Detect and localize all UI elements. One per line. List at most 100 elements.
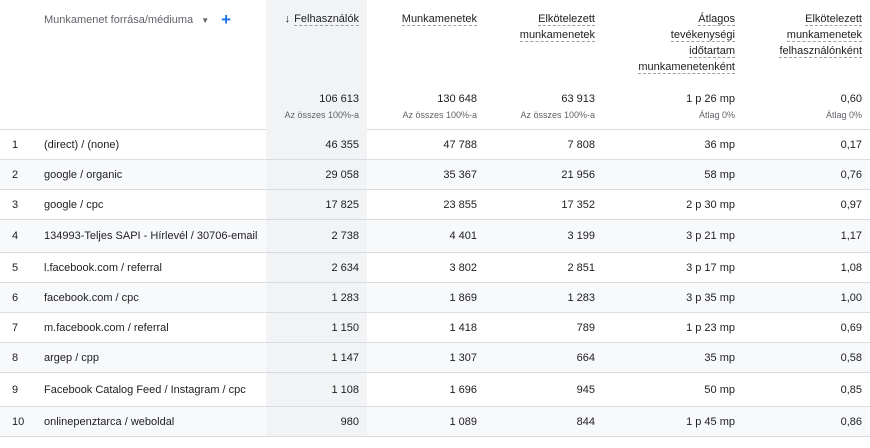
row-metric-value: 1,00 [840,291,862,304]
metric-header-text: időtartam [689,45,735,58]
metric-total: 130 648 [437,93,477,105]
dimension-header[interactable]: Munkamenet forrása/médiuma ▼ + [44,11,231,28]
row-index: 2 [12,168,19,181]
metric-header-title-line: munkamenetek [519,27,595,43]
row-dimension-value: argep / cpp [44,351,100,364]
metric-header-title-line: tevékenységi [638,27,735,43]
metric-total: 63 913 [561,93,595,105]
row-index: 4 [12,230,19,242]
table-row[interactable]: 9 Facebook Catalog Feed / Instagram / cpc… [0,373,870,407]
row-metric-value: 0,17 [840,138,862,151]
row-metric-value: 0,86 [840,415,862,428]
row-metric-value: 7 808 [567,138,595,151]
table-row[interactable]: 1 (direct) / (none) 46 355 47 788 7 808 36 mp… [0,130,870,160]
row-metric-value: 1,17 [840,230,862,242]
plus-icon[interactable]: + [221,11,231,28]
row-metric-value: 50 mp [704,383,735,396]
metric-header-text: Elkötelezett [805,13,862,26]
row-metric-value: 945 [576,383,595,396]
metric-header-title-line: munkamenetenként [638,59,735,75]
row-metric-value: 664 [576,351,595,364]
row-metric-value: 17 352 [561,198,595,211]
row-metric-value: 29 058 [325,168,359,181]
metric-header-title[interactable]: Elkötelezett munkamenetek felhasználónként [779,11,862,59]
table-row[interactable]: 2 google / organic 29 058 35 367 21 956 58 mp… [0,160,870,190]
metric-header-text: Elkötelezett [538,13,595,26]
row-metric-value: 1 p 23 mp [686,321,735,334]
row-dimension-value: 134993-Teljes SAPI - Hírlevél / 30706-em… [44,230,258,242]
row-metric-value: 46 355 [325,138,359,151]
row-metric-value: 1 696 [449,383,477,396]
row-metric-value: 21 956 [561,168,595,181]
table-row[interactable]: 5 l.facebook.com / referral 2 634 3 802 2 85… [0,253,870,283]
row-metric-value: 35 mp [704,351,735,364]
table-row[interactable]: 8 argep / cpp 1 147 1 307 664 35 mp 0,58 [0,343,870,373]
table-row[interactable]: 4 134993-Teljes SAPI - Hírlevél / 30706-e… [0,220,870,253]
metric-total-note: Az összes 100%-a [520,110,595,120]
table-row[interactable]: 6 facebook.com / cpc 1 283 1 869 1 283 3 p 35… [0,283,870,313]
row-metric-value: 0,97 [840,198,862,211]
row-metric-value: 1 869 [449,291,477,304]
row-metric-value: 1 283 [331,291,359,304]
metric-header-title[interactable]: Átlagos tevékenységi időtartam munkameneten… [638,11,735,75]
row-metric-value: 35 367 [443,168,477,181]
arrow-down-icon[interactable]: ↓ [285,13,291,25]
metric-total: 0,60 [840,93,862,105]
row-metric-value: 3 p 17 mp [686,261,735,274]
row-index: 3 [12,198,19,211]
row-metric-value: 1 089 [449,415,477,428]
metric-header-2[interactable]: Elkötelezett munkamenetek 63 913 Az összes … [485,0,603,130]
caret-down-icon[interactable]: ▼ [201,16,209,25]
row-metric-value: 0,76 [840,168,862,181]
metric-header-title-line: időtartam [638,43,735,59]
row-index: 9 [12,383,19,396]
row-dimension-value: facebook.com / cpc [44,291,139,304]
metric-header-text: Átlagos [698,13,735,26]
metric-header-title-line: Elkötelezett [779,11,862,27]
metric-header-text: munkamenetek [519,29,595,42]
row-metric-value: 1 418 [449,321,477,334]
row-metric-value: 23 855 [443,198,477,211]
metric-header-text: felhasználónként [779,45,862,58]
row-metric-value: 3 p 21 mp [686,230,735,242]
row-dimension-value: l.facebook.com / referral [44,261,162,274]
metric-header-title-line: Munkamenetek [401,11,477,27]
row-index: 6 [12,291,19,304]
metric-header-title-line: Elkötelezett [520,11,595,27]
metric-total-note: Átlag 0% [698,110,735,120]
row-metric-value: 0,58 [840,351,862,364]
row-metric-value: 789 [576,321,595,334]
row-index: 7 [12,321,19,334]
metric-header-title[interactable]: Munkamenetek [401,11,477,27]
metric-header-title[interactable]: ↓ Felhasználók [285,11,359,27]
row-metric-value: 980 [340,415,359,428]
table-row[interactable]: 7 m.facebook.com / referral 1 150 1 418 789 1… [0,313,870,343]
metric-header-title-line: Átlagos [638,11,735,27]
table-row[interactable]: 10 onlinepenztarca / weboldal 980 1 089 844 1… [0,407,870,437]
row-metric-value: 17 825 [325,198,359,211]
row-index: 8 [12,351,19,364]
metric-header-3[interactable]: Átlagos tevékenységi időtartam munkameneten… [603,0,743,130]
metric-header-1[interactable]: Munkamenetek 130 648 Az összes 100%-a [367,0,485,130]
metric-header-text: munkamenetek [786,29,862,42]
metric-header-title-line: ↓ Felhasználók [285,11,359,27]
row-metric-value: 58 mp [704,168,735,181]
row-metric-value: 2 p 30 mp [686,198,735,211]
row-metric-value: 1 108 [331,383,359,396]
metric-header-text: munkamenetenként [638,61,735,74]
row-dimension-value: google / organic [44,168,123,181]
metric-header-4[interactable]: Elkötelezett munkamenetek felhasználónként… [743,0,870,130]
row-index: 1 [12,138,19,151]
row-metric-value: 1 307 [449,351,477,364]
row-metric-value: 3 199 [567,230,595,242]
table-row[interactable]: 3 google / cpc 17 825 23 855 17 352 2 p 30 mp… [0,190,870,220]
metric-header-0[interactable]: ↓ Felhasználók 106 613 Az összes 100%-a [266,0,367,130]
row-metric-value: 1,08 [840,261,862,274]
row-metric-value: 2 634 [331,261,359,274]
row-dimension-value: google / cpc [44,198,104,211]
metric-total: 106 613 [319,93,359,105]
metric-total: 1 p 26 mp [686,93,735,105]
metric-header-title[interactable]: Elkötelezett munkamenetek [519,11,595,43]
metric-total-note: Az összes 100%-a [284,110,359,120]
row-metric-value: 1 147 [331,351,359,364]
